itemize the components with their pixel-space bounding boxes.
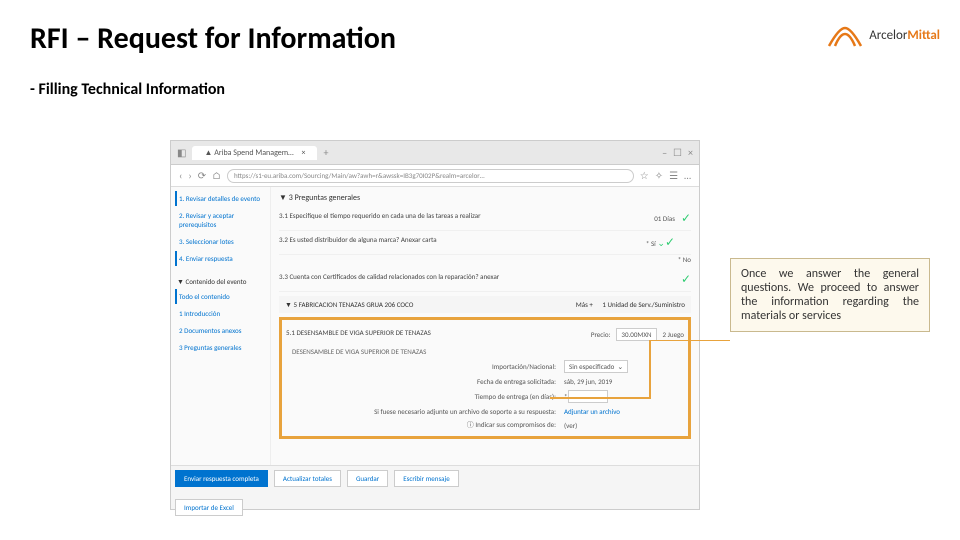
- submit-button[interactable]: Enviar respuesta completa: [175, 470, 268, 487]
- check-icon: ✓: [665, 236, 675, 250]
- slide-subtitle: - Filling Technical Information: [30, 80, 225, 99]
- info-icon: ⓘ: [467, 420, 474, 429]
- form-commit-label: Indicar sus compromisos de:: [475, 420, 556, 429]
- star-icon[interactable]: ☆: [640, 169, 649, 182]
- sidebar-step-2[interactable]: 2. Revisar y aceptar prerequisitos: [175, 208, 266, 232]
- form-attach-label: Si fuese necesario adjunte un archivo de…: [286, 407, 564, 416]
- item51-price-label: Precio:: [591, 330, 611, 339]
- callout-connector: [550, 400, 730, 402]
- tab-title: Ariba Spend Managem…: [214, 148, 293, 158]
- sidebar-step-4[interactable]: 4. Enviar respuesta: [175, 251, 266, 266]
- url-input[interactable]: https://s1-eu.ariba.com/Sourcing/Main/aw…: [227, 169, 634, 183]
- new-tab-icon[interactable]: +: [323, 146, 328, 159]
- update-totals-button[interactable]: Actualizar totales: [274, 470, 341, 487]
- more-icon[interactable]: …: [684, 169, 691, 182]
- check-icon: ✓: [681, 211, 691, 226]
- tab-corner-icon: ◧: [177, 146, 186, 159]
- q31-answer[interactable]: 01 Días: [654, 214, 675, 223]
- form-date-label: Fecha de entrega solicitada:: [286, 377, 564, 386]
- q31-text: 3.1 Especifique el tiempo requerido en c…: [279, 211, 571, 220]
- window-minimize-icon[interactable]: –: [662, 146, 667, 159]
- sidebar-content-head[interactable]: ▼ Contenido del evento: [175, 274, 266, 289]
- event-sidebar: 1. Revisar detalles de evento 2. Revisar…: [171, 187, 271, 465]
- forward-icon[interactable]: ›: [188, 169, 191, 182]
- back-icon[interactable]: ‹: [179, 169, 182, 182]
- window-maximize-icon[interactable]: ☐: [673, 146, 682, 159]
- action-bar: Enviar respuesta completa Actualizar tot…: [171, 465, 699, 509]
- embedded-screenshot: ◧ ▲ Ariba Spend Managem… × + – ☐ × ‹ › ⟳…: [170, 140, 700, 510]
- compose-button[interactable]: Escribir mensaje: [394, 470, 458, 487]
- sidebar-content-intro[interactable]: 1 Introducción: [175, 306, 266, 321]
- sidebar-content-all[interactable]: Todo el contenido: [175, 289, 266, 304]
- q32-text: 3.2 Es usted distribuidor de alguna marc…: [279, 235, 571, 244]
- callout-box: Once we answer the general questions. We…: [730, 258, 930, 332]
- form-attach-link[interactable]: Adjuntar un archivo: [564, 407, 684, 416]
- window-close-icon[interactable]: ×: [688, 146, 693, 159]
- sidebar-content-docs[interactable]: 2 Documentos anexos: [175, 323, 266, 338]
- reader-icon[interactable]: ☰: [669, 169, 678, 182]
- section-5-bar[interactable]: ▼ 5 FABRICACION TENAZAS GRUA 206 COCO Má…: [279, 296, 691, 313]
- check-icon: ⌄: [657, 238, 665, 249]
- bookmark-icon[interactable]: ✧: [655, 169, 663, 182]
- form-commit-value[interactable]: (ver): [564, 421, 684, 430]
- slide-title: RFI – Request for Information: [30, 20, 396, 57]
- check-icon: ✓: [681, 272, 691, 287]
- tab-favicon-icon: ▲: [204, 148, 212, 158]
- question-3-1: 3.1 Especifique el tiempo requerido en c…: [279, 207, 691, 231]
- section-3-head[interactable]: ▼ 3 Preguntas generales: [279, 193, 691, 203]
- import-excel-button[interactable]: Importar de Excel: [175, 499, 243, 516]
- section-5-unit: 1 Unidad de Serv./Suministro: [602, 300, 685, 309]
- q32-yes[interactable]: Sí: [651, 239, 656, 248]
- logo-text: ArcelorMittal: [869, 28, 940, 43]
- save-button[interactable]: Guardar: [347, 470, 388, 487]
- question-3-2b: * No: [279, 255, 691, 268]
- sidebar-step-3[interactable]: 3. Seleccionar lotes: [175, 234, 266, 249]
- section-5-title: ▼ 5 FABRICACION TENAZAS GRUA 206 COCO: [285, 300, 413, 309]
- tab-close-icon[interactable]: ×: [301, 148, 305, 158]
- q33-text: 3.3 Cuenta con Certificados de calidad r…: [279, 272, 571, 281]
- logo-arc-icon: [825, 20, 865, 50]
- company-logo: ArcelorMittal: [825, 20, 940, 50]
- refresh-icon[interactable]: ⟳: [198, 169, 206, 182]
- question-3-2: 3.2 Es usted distribuidor de alguna marc…: [279, 231, 691, 255]
- browser-tab[interactable]: ▲ Ariba Spend Managem… ×: [192, 146, 317, 160]
- home-icon[interactable]: ⌂: [212, 169, 221, 182]
- section-5-more[interactable]: Más +: [576, 300, 593, 309]
- question-3-3: 3.3 Cuenta con Certificados de calidad r…: [279, 268, 691, 292]
- main-panel: ▼ 3 Preguntas generales 3.1 Especifique …: [271, 187, 699, 465]
- sidebar-step-1[interactable]: 1. Revisar detalles de evento: [175, 191, 266, 206]
- browser-url-bar: ‹ › ⟳ ⌂ https://s1-eu.ariba.com/Sourcing…: [171, 165, 699, 187]
- sidebar-content-questions[interactable]: 3 Preguntas generales: [175, 340, 266, 355]
- item51-qty: 2 Juego: [663, 330, 684, 339]
- q32-no[interactable]: No: [683, 255, 691, 264]
- item51-text: 5.1 DESENSAMBLE DE VIGA SUPERIOR DE TENA…: [286, 328, 504, 337]
- browser-tab-bar: ◧ ▲ Ariba Spend Managem… × + – ☐ ×: [171, 141, 699, 165]
- form-import-label: Importación/Nacional:: [286, 362, 564, 371]
- form-leadtime-label: Tiempo de entrega (en días):: [286, 392, 564, 401]
